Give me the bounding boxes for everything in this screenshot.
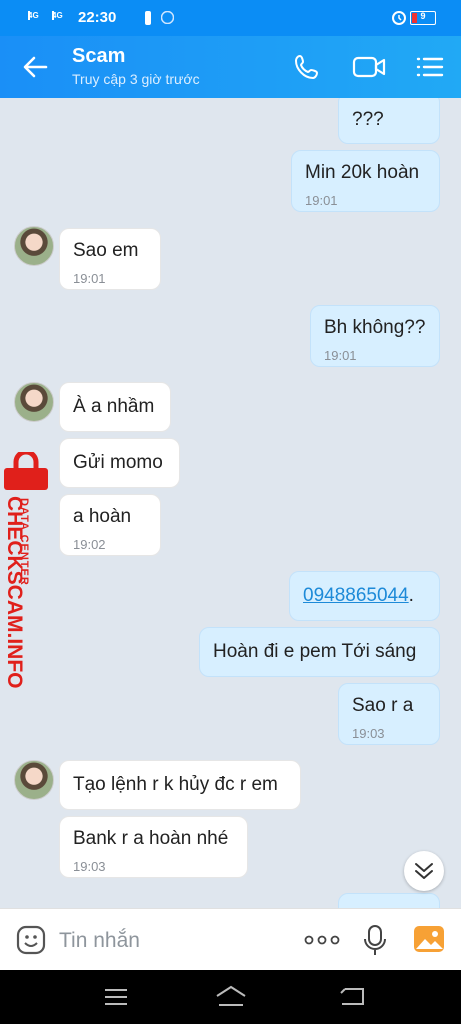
- phone-call-icon[interactable]: [293, 53, 323, 81]
- message-bubble-outgoing[interactable]: Sao r a 19:03: [338, 683, 440, 745]
- message-time: 19:03: [73, 859, 106, 874]
- message-bubble-outgoing[interactable]: Min 20k hoàn 19:01: [291, 150, 440, 212]
- avatar[interactable]: [14, 382, 54, 422]
- avatar[interactable]: [14, 226, 54, 266]
- message-text: Sao r a: [352, 695, 414, 716]
- message-bubble-outgoing-partial[interactable]: [338, 893, 440, 908]
- message-bubble-outgoing[interactable]: 0948865044.: [289, 571, 440, 621]
- message-bubble-incoming[interactable]: Gửi momo: [59, 438, 180, 488]
- message-list[interactable]: ??? Min 20k hoàn 19:01 Sao em 19:01 Bh k…: [0, 98, 461, 908]
- battery-icon: 9: [410, 11, 436, 25]
- avatar[interactable]: [14, 760, 54, 800]
- double-chevron-down-icon: [415, 863, 433, 879]
- message-text: Hoàn đi e pem Tới sáng: [213, 641, 417, 662]
- home-icon[interactable]: [215, 984, 247, 1008]
- message-time: 19:03: [352, 726, 385, 741]
- photo-gallery-icon[interactable]: [413, 925, 445, 953]
- message-text: a hoàn: [73, 506, 132, 527]
- system-nav-bar: [0, 970, 461, 1024]
- signal-icon-2: 4G: [52, 11, 63, 20]
- video-call-icon[interactable]: [352, 53, 386, 81]
- message-bubble-incoming[interactable]: Bank r a hoàn nhé 19:03: [59, 816, 248, 878]
- message-time: 19:01: [73, 271, 106, 286]
- message-text: Min 20k hoàn: [305, 162, 420, 183]
- back-nav-icon[interactable]: [339, 986, 365, 1006]
- watermark-brand: CHECKSCAM.INFO: [3, 496, 26, 689]
- recent-apps-icon[interactable]: [104, 988, 128, 1006]
- lock-icon: [4, 452, 48, 490]
- message-text: Sao em: [73, 240, 139, 261]
- signal-icon: 4G: [28, 11, 39, 20]
- contact-name[interactable]: Scam: [72, 45, 125, 68]
- message-text: Bank r a hoàn nhé: [73, 828, 229, 849]
- message-time: 19:02: [73, 537, 106, 552]
- message-input[interactable]: Tin nhắn: [59, 929, 140, 953]
- message-text: À a nhầm: [73, 396, 155, 417]
- message-bubble-incoming[interactable]: a hoàn 19:02: [59, 494, 161, 556]
- scroll-to-bottom-button[interactable]: [404, 851, 444, 891]
- message-bubble-incoming[interactable]: Sao em 19:01: [59, 228, 161, 290]
- menu-icon[interactable]: [415, 53, 445, 81]
- back-arrow-icon[interactable]: [20, 52, 50, 82]
- message-text: Gửi momo: [73, 452, 163, 473]
- message-suffix: .: [408, 585, 414, 606]
- phone-number-link[interactable]: 0948865044: [303, 585, 409, 606]
- messenger-icon: [161, 11, 174, 24]
- message-text: Tạo lệnh r k hủy đc r em: [73, 774, 278, 795]
- message-bubble-incoming[interactable]: À a nhầm: [59, 382, 171, 432]
- notification-icon: [145, 11, 151, 25]
- status-bar: 4G 4G 22:30 9: [0, 0, 461, 36]
- watermark: DATA CENTER CHECKSCAM.INFO: [2, 452, 50, 689]
- sticker-icon[interactable]: [16, 925, 46, 955]
- message-bubble-outgoing[interactable]: ???: [338, 98, 440, 144]
- status-time: 22:30: [78, 9, 117, 26]
- message-time: 19:01: [305, 193, 338, 208]
- message-bubble-outgoing[interactable]: Hoàn đi e pem Tới sáng: [199, 627, 440, 677]
- last-seen: Truy cập 3 giờ trước: [72, 71, 200, 87]
- more-options-icon[interactable]: [304, 935, 340, 945]
- message-text: ???: [352, 109, 384, 130]
- chat-header: Scam Truy cập 3 giờ trước: [0, 36, 461, 98]
- message-time: 19:01: [324, 348, 357, 363]
- message-composer: Tin nhắn: [0, 908, 461, 971]
- message-bubble-incoming[interactable]: Tạo lệnh r k hủy đc r em: [59, 760, 301, 810]
- alarm-icon: [392, 11, 406, 25]
- message-bubble-outgoing[interactable]: Bh không?? 19:01: [310, 305, 440, 367]
- battery-level: 9: [420, 11, 426, 21]
- message-text: Bh không??: [324, 317, 426, 338]
- message-text: 0948865044.: [303, 585, 414, 607]
- microphone-icon[interactable]: [363, 925, 387, 957]
